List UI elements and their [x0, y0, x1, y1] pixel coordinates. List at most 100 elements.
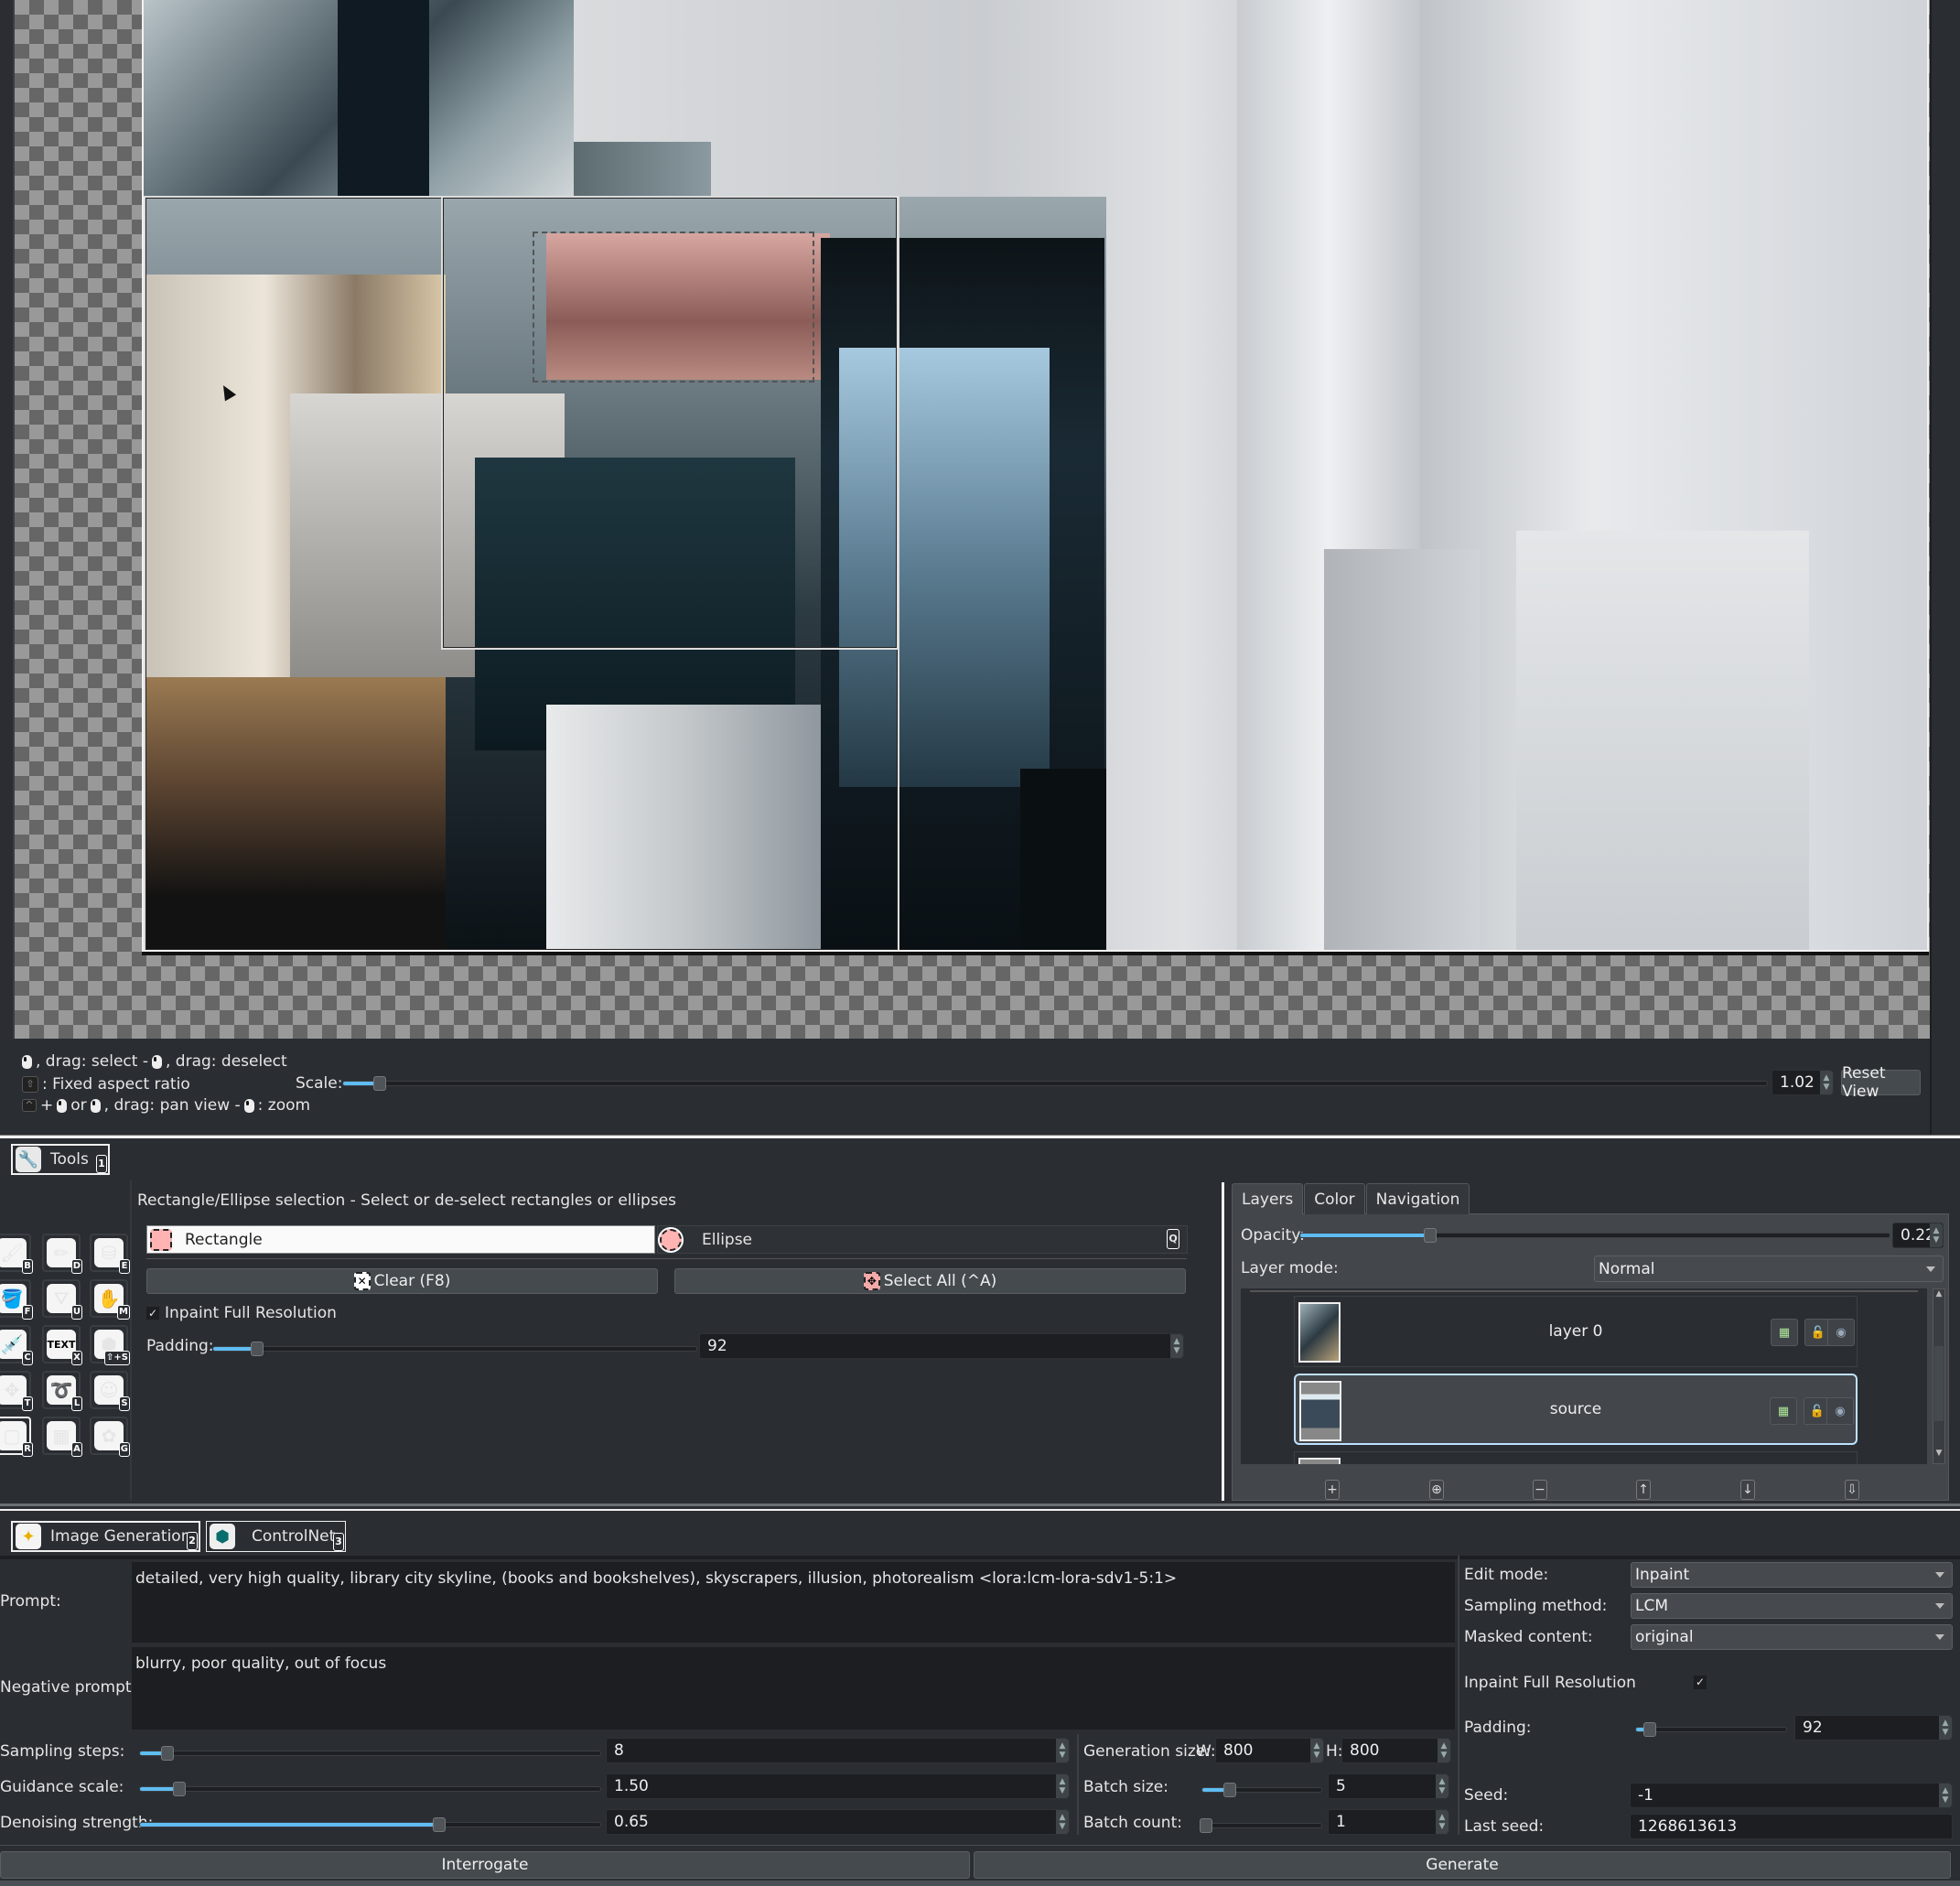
- denoising-strength-spinbox[interactable]: 0.65 ▲ ▼: [606, 1809, 1070, 1835]
- panel-divider[interactable]: [0, 1503, 1960, 1511]
- tool-segmentation-button[interactable]: ☺ S: [90, 1371, 130, 1411]
- panel-divider[interactable]: [0, 1135, 1960, 1138]
- slider-handle[interactable]: [1423, 1228, 1437, 1243]
- padding-slider[interactable]: [212, 1342, 697, 1356]
- scroll-up-icon[interactable]: ▲: [1933, 1289, 1944, 1304]
- generate-button[interactable]: Generate: [974, 1851, 1951, 1879]
- edit-mode-select[interactable]: Inpaint: [1631, 1562, 1953, 1588]
- spin-arrows[interactable]: ▲ ▼: [1436, 1774, 1448, 1798]
- tab-layers[interactable]: Layers: [1232, 1183, 1304, 1214]
- batch-count-slider[interactable]: [1199, 1818, 1322, 1833]
- sampling-method-select[interactable]: LCM: [1631, 1593, 1953, 1619]
- merge-down-icon[interactable]: ⇩: [1845, 1480, 1859, 1500]
- layer-mode-select[interactable]: Normal: [1594, 1256, 1944, 1282]
- slider-handle[interactable]: [172, 1782, 186, 1796]
- tab-color[interactable]: Color: [1304, 1183, 1365, 1214]
- spin-arrows[interactable]: ▲ ▼: [1056, 1810, 1069, 1834]
- height-spinbox[interactable]: 800 ▲ ▼: [1341, 1738, 1451, 1763]
- visibility-eye-icon[interactable]: ◉: [1827, 1319, 1855, 1346]
- alpha-lock-icon[interactable]: ▦: [1770, 1397, 1797, 1425]
- slider-handle[interactable]: [432, 1817, 446, 1832]
- spin-arrows[interactable]: ▲ ▼: [1436, 1810, 1448, 1834]
- layer-item-source[interactable]: source ▦ 🔓 ◉: [1294, 1374, 1858, 1445]
- prompt-input[interactable]: detailed, very high quality, library cit…: [132, 1562, 1455, 1643]
- opacity-spinbox[interactable]: 0.22 ▲ ▼: [1892, 1223, 1944, 1248]
- shape-option-ellipse[interactable]: Ellipse: [657, 1225, 1188, 1254]
- spin-arrows[interactable]: ▲ ▼: [1939, 1716, 1952, 1740]
- negative-prompt-input[interactable]: blurry, poor quality, out of focus: [132, 1647, 1455, 1730]
- batch-size-spinbox[interactable]: 5 ▲ ▼: [1328, 1773, 1449, 1799]
- slider-handle[interactable]: [161, 1746, 175, 1761]
- image-layer-preview[interactable]: [142, 0, 1929, 952]
- tool-smudge-button[interactable]: ✋ M: [90, 1279, 130, 1320]
- clear-selection-button[interactable]: ✕ Clear (F8): [146, 1268, 658, 1294]
- add-layer-icon[interactable]: +: [1325, 1480, 1340, 1500]
- padding-spinbox[interactable]: 92 ▲ ▼: [699, 1333, 1184, 1359]
- batch-count-spinbox[interactable]: 1 ▲ ▼: [1328, 1809, 1449, 1835]
- slider-handle[interactable]: [250, 1342, 264, 1356]
- tab-navigation[interactable]: Navigation: [1365, 1183, 1470, 1214]
- layer-item-partial[interactable]: [1294, 1451, 1858, 1464]
- delete-layer-icon[interactable]: −: [1533, 1480, 1547, 1500]
- tool-color-picker-button[interactable]: 💉 C: [0, 1325, 33, 1365]
- slider-handle[interactable]: [1199, 1818, 1212, 1833]
- padding-slider[interactable]: [1635, 1722, 1787, 1737]
- spin-arrows[interactable]: ▲ ▼: [1170, 1334, 1183, 1358]
- batch-size-slider[interactable]: [1201, 1783, 1322, 1797]
- tab-controlnet[interactable]: ⬢ ControlNet 3: [206, 1521, 346, 1552]
- last-seed-field[interactable]: 1268613613: [1630, 1814, 1953, 1839]
- spin-arrows[interactable]: ▲ ▼: [1820, 1071, 1833, 1094]
- tool-selection-button[interactable]: ▢ R: [0, 1417, 33, 1457]
- tab-tools[interactable]: 🔧 Tools 1: [11, 1144, 110, 1175]
- slider-handle[interactable]: [373, 1076, 387, 1091]
- layer-item-layer-0[interactable]: layer 0 ▦ 🔓 ◉: [1294, 1296, 1858, 1367]
- denoising-strength-slider[interactable]: [139, 1817, 601, 1832]
- move-layer-down-icon[interactable]: ↓: [1740, 1480, 1755, 1500]
- layers-panel-divider[interactable]: [1222, 1182, 1224, 1501]
- spin-arrows[interactable]: ▲ ▼: [1056, 1739, 1069, 1762]
- scale-spinbox[interactable]: 1.02 ▲ ▼: [1772, 1070, 1834, 1095]
- spin-arrows[interactable]: ▲ ▼: [1939, 1784, 1952, 1807]
- guidance-scale-slider[interactable]: [139, 1782, 601, 1796]
- tool-transform-button[interactable]: ✥ T: [0, 1371, 33, 1411]
- spin-arrows[interactable]: ▲ ▼: [1930, 1223, 1943, 1247]
- shape-option-rectangle[interactable]: Rectangle: [146, 1225, 655, 1254]
- seed-spinbox[interactable]: -1 ▲ ▼: [1630, 1783, 1953, 1808]
- guidance-scale-spinbox[interactable]: 1.50 ▲ ▼: [606, 1773, 1070, 1799]
- inpaint-full-res-checkbox[interactable]: ✓: [1694, 1676, 1707, 1689]
- select-all-button[interactable]: ✥ Select All (^A): [674, 1268, 1186, 1294]
- masked-content-select[interactable]: original: [1631, 1624, 1953, 1650]
- tool-text-button[interactable]: TEXT X: [42, 1325, 82, 1365]
- scrollbar-thumb[interactable]: [1934, 1346, 1944, 1421]
- tool-lasso-button[interactable]: ➰ L: [42, 1371, 82, 1411]
- sampling-steps-slider[interactable]: [139, 1746, 601, 1761]
- tab-image-generation[interactable]: ✦ Image Generation 2: [11, 1521, 200, 1552]
- tool-draw-button[interactable]: ✏ D: [42, 1234, 82, 1274]
- scroll-down-icon[interactable]: ▼: [1933, 1449, 1944, 1463]
- tool-generation-area-button[interactable]: ✿ G: [90, 1417, 130, 1457]
- sampling-steps-spinbox[interactable]: 8 ▲ ▼: [606, 1738, 1070, 1763]
- tool-fill-button[interactable]: 🪣 F: [0, 1279, 33, 1320]
- tool-brush-button[interactable]: 🖌 B: [0, 1234, 33, 1274]
- tool-filter-button[interactable]: ⛛ U: [42, 1279, 82, 1320]
- inpaint-full-res-checkbox[interactable]: ✓ Inpaint Full Resolution: [146, 1304, 337, 1322]
- layer-list[interactable]: layer 0 ▦ 🔓 ◉ source ▦ 🔓 ◉: [1241, 1288, 1927, 1464]
- selection-mask-rect[interactable]: [533, 232, 814, 383]
- visibility-eye-icon[interactable]: ◉: [1826, 1397, 1854, 1425]
- add-group-icon[interactable]: ⊕: [1429, 1480, 1444, 1500]
- scale-slider[interactable]: [342, 1076, 1768, 1091]
- spin-arrows[interactable]: ▲ ▼: [1310, 1739, 1323, 1762]
- padding-spinbox[interactable]: 92 ▲ ▼: [1794, 1715, 1953, 1741]
- slider-handle[interactable]: [1222, 1783, 1236, 1797]
- interrogate-button[interactable]: Interrogate: [0, 1851, 970, 1879]
- spin-arrows[interactable]: ▲ ▼: [1438, 1739, 1450, 1762]
- move-layer-up-icon[interactable]: ↑: [1636, 1480, 1651, 1500]
- spin-arrows[interactable]: ▲ ▼: [1056, 1774, 1069, 1798]
- width-spinbox[interactable]: 800 ▲ ▼: [1215, 1738, 1324, 1763]
- reset-view-button[interactable]: Reset View: [1841, 1064, 1921, 1101]
- tool-shape-button[interactable]: ⬢ ⇧+S: [90, 1325, 130, 1365]
- alpha-lock-icon[interactable]: ▦: [1771, 1319, 1798, 1346]
- layer-list-scrollbar[interactable]: ▲ ▼: [1933, 1288, 1945, 1464]
- tool-smart-select-button[interactable]: ▦ A: [42, 1417, 82, 1457]
- opacity-slider[interactable]: [1299, 1228, 1890, 1243]
